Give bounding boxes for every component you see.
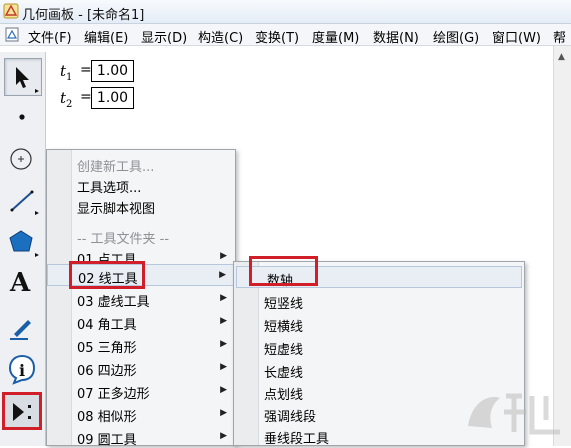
submenu-arrow-icon: ▶ [220, 339, 227, 349]
scroll-up-icon[interactable]: ▲ [558, 52, 565, 62]
site-watermark-logo [468, 393, 560, 435]
straightedge-icon [10, 190, 39, 215]
menu-item-circle-tools[interactable]: 09 圆工具 ▶ [47, 426, 235, 448]
compass-circle-icon [10, 148, 32, 170]
highlight-line-tools [69, 261, 145, 289]
parameter-value[interactable]: 1.00 [91, 87, 134, 109]
menu-item-tool-folder-header: -- 工具文件夹 -- [77, 232, 170, 247]
arrow-select-icon [16, 67, 39, 93]
menu-item-long-dashed-line[interactable]: 长虚线 [234, 359, 524, 381]
menu-item-short-vertical-line[interactable]: 短竖线 [234, 290, 524, 312]
submenu-arrow-icon: ▶ [220, 251, 227, 261]
menu-item-similar-shapes[interactable]: 08 相似形 ▶ [47, 403, 235, 425]
parameter-label: t2 [60, 89, 73, 110]
submenu-arrow-icon: ▶ [220, 385, 227, 395]
menu-item-quadrilaterals[interactable]: 06 四边形 ▶ [47, 357, 235, 379]
menu-help[interactable]: 帮 [553, 27, 566, 46]
window-title: 几何画板 - [未命名1] [22, 8, 145, 23]
submenu-arrow-icon: ▶ [220, 362, 227, 372]
menu-measure[interactable]: 度量(M) [312, 27, 359, 46]
point-tool[interactable] [4, 100, 42, 138]
menu-bar: 文件(F) 编辑(E) 显示(D) 构造(C) 变换(T) 度量(M) 数据(N… [0, 24, 571, 46]
text-tool[interactable]: A [4, 266, 42, 304]
menu-item-angle-tools[interactable]: 04 角工具 ▶ [47, 311, 235, 333]
menu-edit[interactable]: 编辑(E) [84, 27, 128, 46]
custom-tool[interactable] [2, 392, 42, 430]
menu-window[interactable]: 窗口(W) [492, 27, 541, 46]
menu-item-regular-polygons[interactable]: 07 正多边形 ▶ [47, 380, 235, 402]
menu-item-dashed-tools[interactable]: 03 虚线工具 ▶ [47, 288, 235, 310]
title-bar: 几何画板 - [未命名1] [0, 0, 571, 24]
submenu-arrow-icon: ▶ [220, 408, 227, 418]
highlight-number-axis [249, 256, 318, 286]
marker-pen-icon [10, 320, 31, 340]
parameter-value[interactable]: 1.00 [91, 60, 134, 82]
menu-item-show-script[interactable]: 显示脚本视图 [47, 195, 235, 217]
compass-tool[interactable] [4, 140, 42, 178]
menu-file[interactable]: 文件(F) [28, 27, 72, 46]
menu-item-create-tool: 创建新工具... [77, 160, 155, 175]
equals-sign: = [80, 89, 92, 105]
menu-item-short-horizontal-line[interactable]: 短横线 [234, 313, 524, 335]
menu-item-triangles[interactable]: 05 三角形 ▶ [47, 334, 235, 356]
information-tool[interactable]: i [4, 350, 42, 388]
submenu-arrow-icon: ▶ [220, 293, 227, 303]
marker-tool[interactable] [4, 308, 42, 346]
svg-text:i: i [19, 361, 25, 380]
submenu-arrow-icon: ▶ [220, 316, 227, 326]
parameter-label: t1 [60, 62, 73, 83]
menu-graph[interactable]: 绘图(G) [433, 27, 479, 46]
information-icon: i [8, 354, 36, 385]
straightedge-tool[interactable] [4, 182, 42, 220]
menu-item-short-dashed-line[interactable]: 短虚线 [234, 336, 524, 358]
toolbox: A i [0, 52, 46, 446]
menu-data[interactable]: 数据(N) [373, 27, 419, 46]
submenu-arrow-icon: ▶ [220, 431, 227, 441]
polygon-tool[interactable] [4, 224, 42, 262]
submenu-arrow-icon: ▶ [219, 270, 226, 280]
arrow-select-tool[interactable] [4, 58, 42, 96]
menu-transform[interactable]: 变换(T) [255, 27, 299, 46]
document-icon[interactable] [5, 27, 19, 42]
point-icon [19, 114, 25, 120]
app-logo-icon [3, 3, 19, 19]
text-tool-icon: A [10, 268, 31, 298]
custom-tool-play-icon [13, 403, 31, 421]
custom-tool-menu: 创建新工具... 工具选项... 显示脚本视图 -- 工具文件夹 -- 01 点… [46, 149, 236, 448]
polygon-icon [9, 230, 39, 257]
menu-item-tool-options[interactable]: 工具选项... [47, 174, 235, 196]
menu-display[interactable]: 显示(D) [141, 27, 187, 46]
menu-construct[interactable]: 构造(C) [198, 27, 243, 46]
equals-sign: = [80, 62, 92, 78]
